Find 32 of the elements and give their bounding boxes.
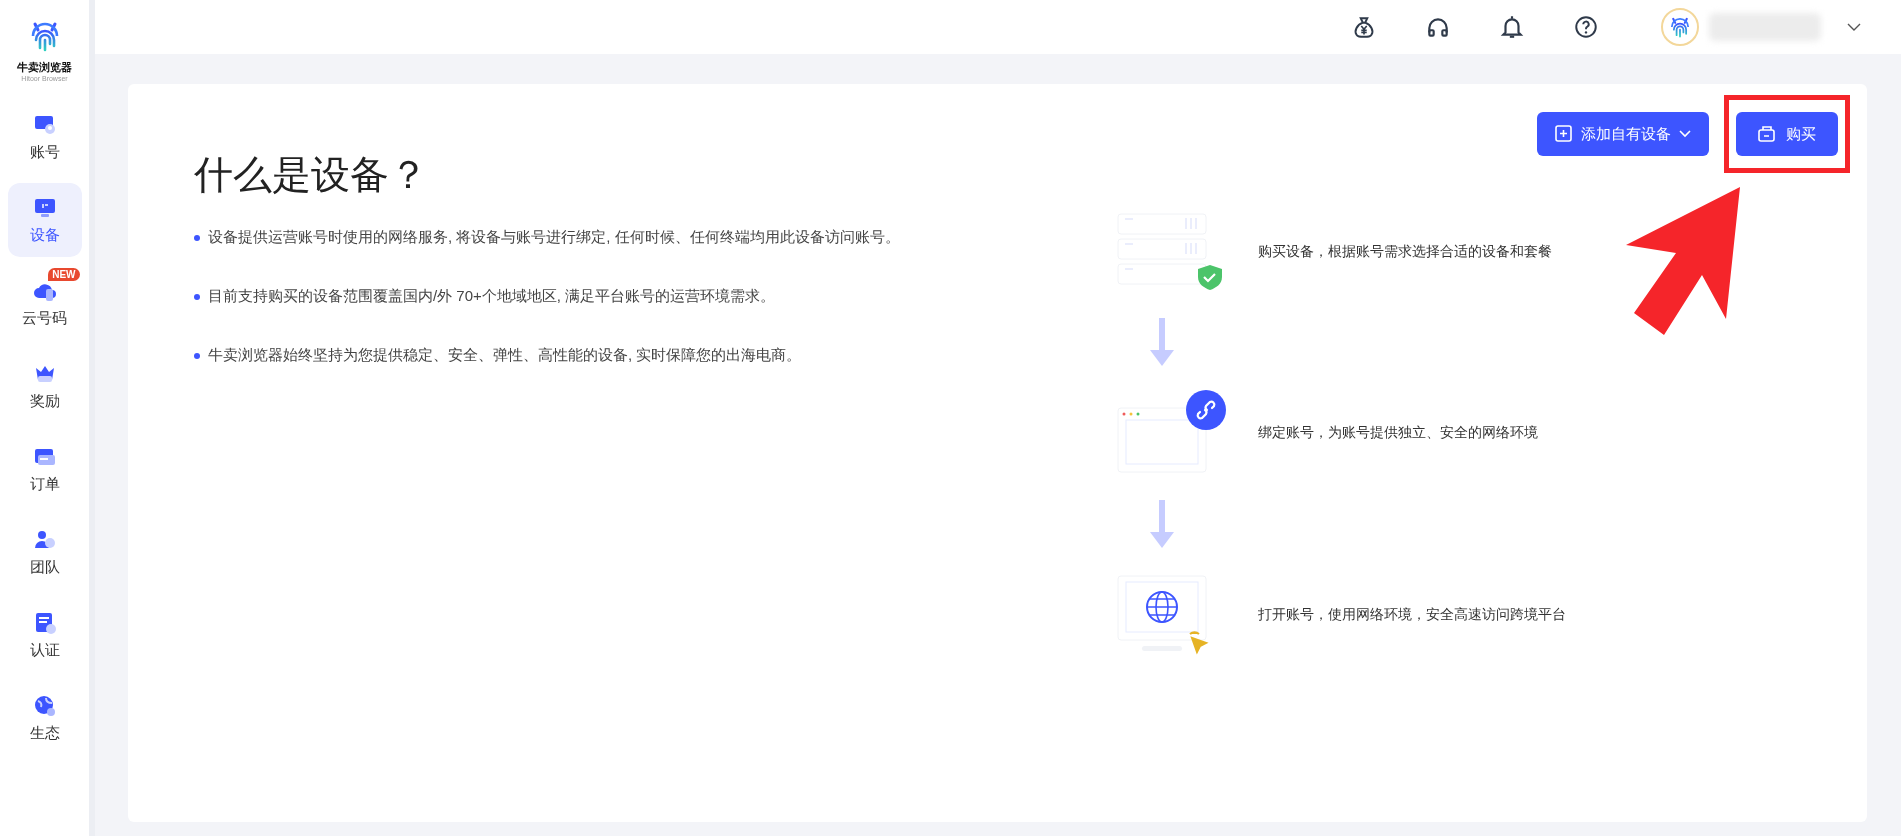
bullet-dot xyxy=(194,234,200,241)
down-arrow-icon xyxy=(1148,498,1176,550)
new-badge: NEW xyxy=(48,268,80,281)
bullet-dot xyxy=(194,352,200,359)
sidebar-item[interactable]: 订单 xyxy=(7,432,82,506)
bag-icon xyxy=(1758,125,1776,143)
add-device-button[interactable]: 添加自有设备 xyxy=(1537,112,1709,156)
intro-point: 牛卖浏览器始终坚持为您提供稳定、安全、弹性、高性能的设备, 实时保障您的出海电商。 xyxy=(208,346,802,365)
buy-button[interactable]: 购买 xyxy=(1736,112,1838,156)
sidebar-item[interactable]: 生态 xyxy=(7,681,82,755)
down-arrow-icon xyxy=(1148,316,1176,368)
add-square-icon xyxy=(1555,125,1573,143)
sidebar-item[interactable]: 设备 xyxy=(7,183,82,257)
page-title: 什么是设备？ xyxy=(194,152,429,198)
bell-icon[interactable] xyxy=(1499,14,1525,40)
brand-name: 牛卖浏览器 xyxy=(17,60,72,75)
chevron-down-icon xyxy=(1679,130,1691,138)
globe-icon xyxy=(32,693,57,718)
chevron-down-icon[interactable] xyxy=(1847,22,1861,32)
intro-point: 设备提供运营账号时使用的网络服务, 将设备与账号进行绑定, 任何时候、任何终端均用此设备访问账号。 xyxy=(208,228,900,247)
help-icon[interactable] xyxy=(1573,14,1599,40)
sidebar-item[interactable]: 团队 xyxy=(7,515,82,589)
avatar[interactable] xyxy=(1661,8,1699,46)
sidebar-item[interactable]: NEW 云号码 xyxy=(7,266,82,340)
bullet-dot xyxy=(194,293,200,300)
step-text: 购买设备，根据账号需求选择合适的设备和套餐 xyxy=(1258,243,1552,261)
sidebar-item[interactable]: 账号 xyxy=(7,100,82,174)
step-text: 打开账号，使用网络环境，安全高速访问跨境平台 xyxy=(1258,606,1566,624)
sidebar-item[interactable]: 认证 xyxy=(7,598,82,672)
step-text: 绑定账号，为账号提供独立、安全的网络环境 xyxy=(1258,424,1538,442)
sidebar-item[interactable]: 奖励 xyxy=(7,349,82,423)
intro-point: 目前支持购买的设备范围覆盖国内/外 70+个地域地区, 满足平台账号的运营环境需求。 xyxy=(208,287,776,306)
